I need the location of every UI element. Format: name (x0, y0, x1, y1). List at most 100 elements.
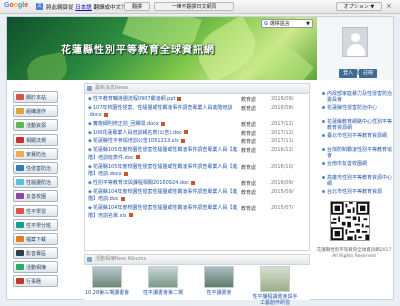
related-link[interactable]: 臺北市性別平等教育資源網 (322, 133, 392, 146)
news-date: 2016/12/ (271, 146, 294, 153)
leaf-decoration (249, 35, 315, 80)
news-row[interactable]: ◆107年校園性侵害、性騷擾或性霸凌事件調查專業人員進階培訓 .docx 教育處 2… (85, 105, 309, 121)
news-title[interactable]: 花蓮縣104年度校園性侵害性騷擾或性霸凌事件調查專業人員【進階】培訓.doc (88, 189, 237, 203)
nav-item-media[interactable]: 影音專區 (13, 247, 58, 260)
album-caption[interactable]: 性平讀書會 (196, 290, 242, 296)
related-link[interactable]: 台灣防制霸凌性別平等教育協會 (322, 147, 392, 160)
news-title[interactable]: 花蓮縣105年度校園性侵害性騷擾或性霸凌事件調查專業人員【進階】培訓.docx (88, 164, 237, 178)
related-link-label[interactable]: 台南市友善校園網 (327, 161, 367, 167)
news-link[interactable]: ◆花蓮縣105年度校園性侵害性騷擾或性霸凌事件調查專業人員【進階】培訓.docx (88, 164, 238, 179)
related-link-label[interactable]: 高雄市性別平等教育資源中心網 (327, 175, 392, 187)
news-date: 2017/11/ (271, 138, 294, 145)
bullet-icon (322, 92, 325, 95)
nav-item-label: 關於本站 (26, 95, 47, 101)
related-link-label[interactable]: 花蓮縣教育網路中心性別平等教育資源網 (327, 119, 392, 131)
nav-icon (16, 108, 24, 115)
news-row[interactable]: ◆花蓮縣性平參與培訓公告1051213.xls 教育處 2017/11/ (85, 138, 309, 146)
news-title[interactable]: 花蓮縣104年度校園性侵害性騷擾或性霸凌事件調查專業人員【進階】培訓名單.xls (88, 205, 237, 219)
nav-item-albums[interactable]: 活動相簿 (13, 261, 58, 274)
news-row[interactable]: ◆實施細則修正前_回饋問.docx 教育處 2017/12/ (85, 121, 309, 129)
related-link-label[interactable]: 臺北市性別平等教育資源網 (327, 133, 387, 139)
related-link[interactable]: 內政部家庭暴力及性侵害防治委員會 (322, 91, 392, 104)
news-link[interactable]: ◆106花蓮專業人員培訓報名表(公告).doc (88, 130, 238, 138)
news-link[interactable]: ◆花蓮縣105年度校園性侵害性騷擾或性霸凌事件調查專業人員【進階】培訓班表件.d… (88, 147, 238, 162)
related-link-label[interactable]: 台北市性別平等教育資源 (327, 189, 382, 195)
attachment-icon (103, 112, 108, 117)
nav-item-credit-class[interactable]: 性平學分班 (13, 218, 58, 231)
news-title[interactable]: 實施細則修正前_回饋問.docx (93, 121, 159, 127)
never-translate-button[interactable]: 一律不翻譯日文網頁 (154, 2, 234, 11)
source-language-link[interactable]: 日本語 (75, 5, 92, 11)
album-thumbnail[interactable] (92, 266, 122, 288)
close-icon[interactable]: × (386, 2, 392, 10)
translate-button[interactable]: 翻譯 (124, 2, 150, 11)
related-link[interactable]: 台南市友善校園網 (322, 161, 392, 174)
register-button[interactable]: 註冊 (359, 69, 377, 78)
news-link[interactable]: ◆實施細則修正前_回饋問.docx (88, 121, 238, 129)
login-button[interactable]: 登入 (339, 69, 357, 78)
nav-item-sexual-assault[interactable]: 性侵害防治 (13, 161, 58, 174)
news-row[interactable]: ◆花蓮縣104年度校園性侵害性騷擾或性霸凌事件調查專業人員【進階】培訓名單.xl… (85, 205, 309, 221)
attachment-icon (135, 155, 140, 160)
nav-item-regulations[interactable]: 相關法規 (13, 133, 58, 146)
related-link[interactable]: 花蓮縣教育網路中心性別平等教育資源網 (322, 119, 392, 132)
attachment-icon (177, 96, 182, 101)
google-logo: Google (4, 2, 29, 9)
bullet-icon (322, 134, 325, 137)
related-link-label[interactable]: 內政部家庭暴力及性侵害防治委員會 (327, 91, 392, 103)
news-link[interactable]: ◆107年校園性侵害、性騷擾或性霸凌事件調查專業人員進階培訓 .docx (88, 105, 238, 120)
album-thumbnail[interactable] (204, 266, 234, 288)
language-select[interactable]: G 選擇語言 ▼ (261, 19, 313, 28)
related-link[interactable]: 花蓮縣性侵害防治中心 (322, 105, 392, 118)
nav-item-label: 友善校園 (26, 194, 47, 201)
nav-item-harassment[interactable]: 性騷擾防治 (13, 176, 58, 189)
news-title[interactable]: 花蓮縣性平參與培訓公告1051213.xls (93, 138, 179, 144)
news-date: 2016/10/ (271, 163, 294, 170)
news-row[interactable]: ◆花蓮縣105年度校園性侵害性騷擾或性霸凌事件調查專業人員【進階】培訓班表件.d… (85, 147, 309, 163)
nav-item-friendly-campus[interactable]: 友善校園 (13, 190, 58, 203)
nav-item-label: 檔案下載 (26, 236, 47, 243)
bullet-icon (322, 162, 325, 165)
attachment-icon (160, 121, 165, 126)
related-link[interactable]: 高雄市性別平等教育資源中心網 (322, 175, 392, 188)
nav-item-calendar[interactable]: 行事曆 (13, 275, 58, 288)
news-row[interactable]: ◆性平教育輔導團流程0907霸凌網.ppt 教育處 2018/09/ (85, 96, 309, 104)
news-link[interactable]: ◆花蓮縣性平參與培訓公告1051213.xls (88, 138, 238, 146)
news-link[interactable]: ◆性平教育輔導團流程0907霸凌網.ppt (88, 96, 238, 104)
site-title[interactable]: 花蓮縣性別平等教育全球資訊網 (61, 41, 215, 56)
news-row[interactable]: ◆106花蓮專業人員培訓報名表(公告).doc 教育處 2017/12/ (85, 130, 309, 138)
album-thumbnail[interactable] (148, 266, 178, 288)
news-row[interactable]: ◆花蓮縣104年度校園性侵害性騷擾或性霸凌事件調查專業人員【進階】培訓.doc 教… (85, 189, 309, 205)
news-title[interactable]: 性平教育輔導團流程0907霸凌網.ppt (93, 96, 176, 102)
news-link[interactable]: ◆花蓮縣104年度校園性侵害性騷擾或性霸凌事件調查專業人員【進階】培訓.doc (88, 189, 238, 204)
news-title[interactable]: 106花蓮專業人員培訓報名表(公告).doc (93, 130, 182, 136)
album-caption[interactable]: 性平課程讀書會與手工藝創作研習 (252, 294, 298, 306)
news-date: 2017/12/ (271, 129, 294, 136)
news-title[interactable]: 107年校園性侵害、性騷擾或性霸凌事件調查專業人員進階培訓 .docx (88, 105, 232, 119)
google-g-icon: G (264, 21, 269, 27)
nav-item-domestic-violence[interactable]: 家暴防治 (13, 147, 58, 160)
news-row[interactable]: ◆性別平等教育法與課程相關20160924.doc 教育處 2016/09/ (85, 180, 309, 188)
nav-item-organization[interactable]: 組織運作 (13, 105, 58, 118)
album-caption[interactable]: 10.28第三場讀書會 (84, 290, 130, 296)
nav-item-learning[interactable]: 性平學習 (13, 204, 58, 217)
bullet-icon: ◆ (88, 104, 92, 111)
options-button[interactable]: オプション ▼ (336, 2, 382, 11)
album-caption[interactable]: 性平讀書會第二場 (140, 290, 186, 296)
news-row[interactable]: ◆花蓮縣105年度校園性侵害性騷擾或性霸凌事件調查專業人員【進階】培訓.docx… (85, 164, 309, 180)
attachment-icon (180, 138, 185, 143)
news-link[interactable]: ◆花蓮縣104年度校園性侵害性騷擾或性霸凌事件調查專業人員【進階】培訓名單.xl… (88, 205, 238, 220)
related-link-label[interactable]: 台灣防制霸凌性別平等教育協會 (327, 147, 392, 159)
nav-item-about[interactable]: 關於本站 (13, 91, 58, 103)
nav-item-downloads[interactable]: 檔案下載 (13, 232, 58, 245)
related-link-label[interactable]: 花蓮縣性侵害防治中心 (327, 105, 377, 111)
attachment-icon (120, 196, 125, 201)
news-title[interactable]: 性別平等教育法與課程相關20160924.doc (93, 180, 189, 186)
news-title[interactable]: 花蓮縣105年度校園性侵害性騷擾或性霸凌事件調查專業人員【進階】培訓班表件.do… (88, 147, 237, 161)
news-link[interactable]: ◆性別平等教育法與課程相關20160924.doc (88, 180, 238, 188)
nav-icon (16, 278, 24, 285)
album-thumbnail[interactable] (260, 266, 290, 292)
nav-icon (16, 164, 24, 171)
bullet-icon (322, 106, 325, 109)
nav-item-resources[interactable]: 活動資源 (13, 119, 58, 132)
